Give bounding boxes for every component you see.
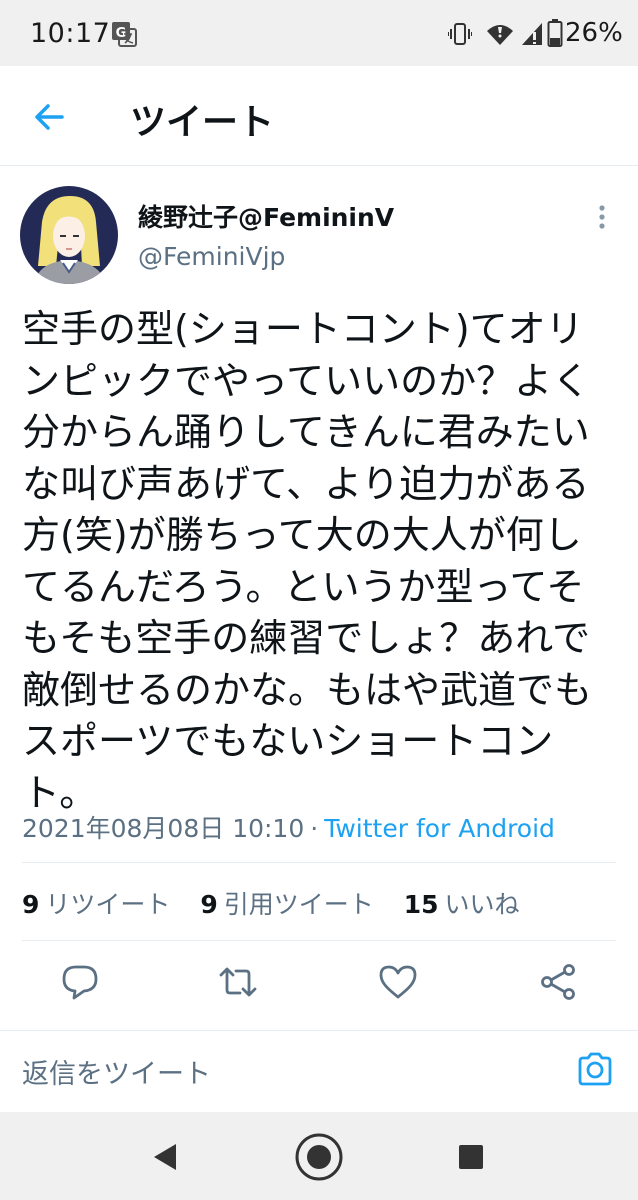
camera-icon[interactable] [576,1050,614,1088]
reply-input[interactable]: 返信をツイート [22,1052,211,1091]
translate-icon: G [112,22,137,47]
nav-home-icon[interactable] [294,1132,344,1182]
nav-recent-apps-icon[interactable] [458,1144,484,1170]
vibrate-icon [448,23,472,45]
back-arrow-icon[interactable] [28,96,70,138]
tweet-meta: 2021年08月08日 10:10 · Twitter for Android [22,809,555,845]
status-bar: 10:17 G 26% [0,0,638,66]
tweet-stats: 9 リツイート 9 引用ツイート 15 いいね [22,885,542,921]
nav-back-icon[interactable] [152,1142,178,1172]
retweets-label: リツイート [45,890,171,919]
quotes-count: 9 [200,890,218,919]
likes-label: いいね [444,890,520,919]
more-options-icon[interactable] [590,200,614,234]
like-icon[interactable] [378,962,418,1002]
likes-count: 15 [403,890,439,919]
avatar[interactable] [20,186,118,284]
wifi-icon [487,25,513,45]
retweets-stat[interactable]: 9 リツイート [22,885,170,921]
retweets-count: 9 [22,890,40,919]
tweet-source-link[interactable]: Twitter for Android [324,814,555,843]
meta-separator: · [310,814,319,843]
likes-stat[interactable]: 15 いいね [404,885,520,921]
divider [22,862,616,863]
display-name[interactable]: 綾野辻子@FemininV [138,198,394,234]
quotes-stat[interactable]: 9 引用ツイート [200,885,373,921]
user-handle[interactable]: @FeminiVjp [138,242,285,271]
page-title: ツイート [130,102,275,143]
tweet-text: 空手の型(ショートコント)てオリ ンピックでやっていいのか？よく 分からん踊りし… [22,307,593,815]
status-time: 10:17 [30,18,111,49]
battery-icon [547,19,563,47]
retweet-icon[interactable] [218,962,258,1002]
quotes-label: 引用ツイート [223,890,374,919]
share-icon[interactable] [538,962,578,1002]
app-bar: ツイート [0,66,638,166]
divider [22,940,616,941]
reply-icon[interactable] [60,962,100,1002]
tweet-timestamp[interactable]: 2021年08月08日 10:10 [22,814,304,843]
battery-percent: 26% [565,18,623,48]
signal-icon [522,23,542,45]
